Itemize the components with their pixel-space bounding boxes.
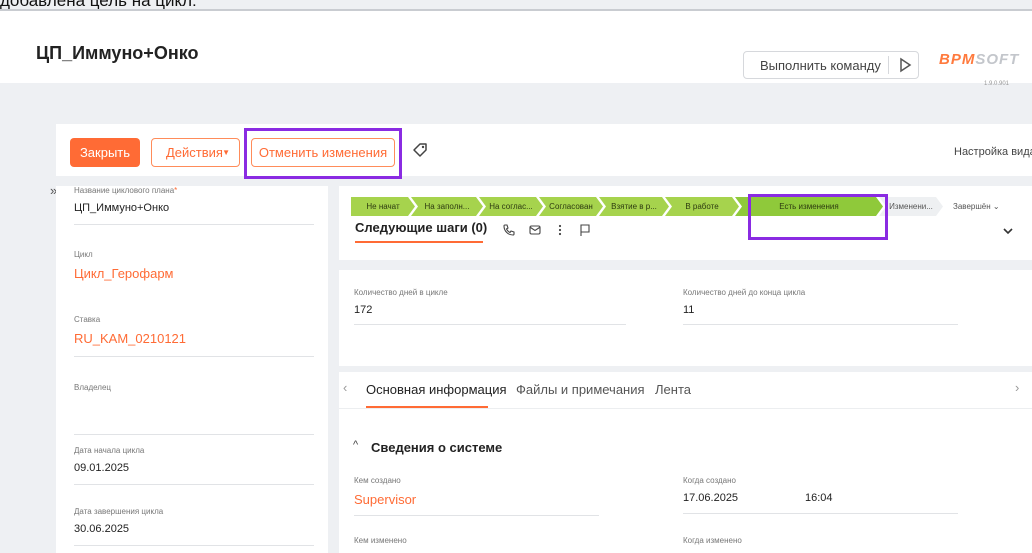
field-value: ЦП_Иммуно+Онко — [74, 202, 170, 214]
counts-panel: Количество дней в цикле 172 Количество д… — [339, 270, 1032, 366]
field-days-to-end: Количество дней до конца цикла 11 — [683, 287, 958, 325]
field-label: Когда изменено — [683, 536, 742, 545]
field-rate[interactable]: Ставка RU_KAM_0210121 — [74, 315, 314, 357]
field-created-on: Когда создано 17.06.2025 16:04 — [683, 476, 958, 514]
field-label: Название циклового плана — [74, 186, 175, 195]
next-steps-underline — [355, 241, 483, 243]
info-panel: ‹ Основная информация Файлы и примечания… — [339, 372, 1032, 553]
page-title: ЦП_Иммуно+Онко — [36, 43, 199, 63]
tabs-divider — [339, 408, 1032, 409]
field-value-row: 17.06.2025 16:04 — [683, 492, 958, 505]
field-underline — [74, 434, 314, 435]
chevron-up-icon[interactable]: ^ — [353, 439, 358, 451]
app-header: ЦП_Иммуно+Онко Выполнить команду BPMSOFT… — [0, 11, 1032, 87]
field-cycle[interactable]: Цикл Цикл_Герофарм — [74, 250, 314, 281]
field-underline — [74, 484, 314, 485]
field-label: Дата завершения цикла — [74, 507, 164, 516]
email-icon[interactable] — [528, 223, 542, 237]
chevron-left-icon[interactable]: ‹ — [343, 380, 347, 395]
more-icon[interactable] — [553, 223, 567, 237]
field-value — [74, 399, 314, 412]
command-label: Выполнить команду — [760, 58, 881, 73]
chevron-down-icon[interactable] — [1001, 224, 1015, 238]
stage-item-current[interactable]: Есть изменения — [735, 197, 883, 216]
actions-label: Действия — [166, 145, 223, 160]
tab-files[interactable]: Файлы и примечания — [516, 382, 645, 397]
stage-item[interactable]: На заполн... — [411, 197, 483, 216]
field-start-date[interactable]: Дата начала цикла 09.01.2025 — [74, 446, 314, 485]
stage-panel: Не начат На заполн... На соглас... Согла… — [339, 186, 1032, 260]
command-box[interactable]: Выполнить команду — [743, 51, 919, 79]
field-label: Количество дней до конца цикла — [683, 288, 806, 297]
field-label: Дата начала цикла — [74, 446, 145, 455]
tab-main-info[interactable]: Основная информация — [366, 382, 507, 397]
chevron-down-icon: ▼ — [222, 148, 230, 157]
field-underline — [683, 324, 958, 325]
logo-main: BPM — [939, 51, 976, 68]
field-end-date[interactable]: Дата завершения цикла 30.06.2025 — [74, 507, 314, 546]
section-title[interactable]: Сведения о системе — [371, 440, 502, 455]
field-value-link[interactable]: RU_KAM_0210121 — [74, 331, 314, 346]
chevron-down-icon: ⌄ — [992, 202, 1000, 211]
flag-icon[interactable] — [578, 223, 592, 237]
field-label: Когда создано — [683, 476, 736, 485]
field-value-link[interactable]: Цикл_Герофарм — [74, 266, 314, 281]
field-value: 09.01.2025 — [74, 462, 130, 474]
close-button[interactable]: Закрыть — [70, 138, 140, 167]
stage-item[interactable]: В работе — [665, 197, 739, 216]
field-modified-by[interactable]: Кем изменено — [354, 536, 599, 545]
phone-icon[interactable] — [502, 223, 516, 237]
field-underline — [354, 324, 626, 325]
field-owner[interactable]: Владелец — [74, 383, 314, 435]
bpmsoft-logo: BPMSOFT — [939, 51, 1019, 68]
field-underline — [74, 224, 314, 225]
command-divider — [888, 56, 889, 74]
field-days-in-cycle: Количество дней в цикле 172 — [354, 287, 626, 325]
view-settings-link[interactable]: Настройка вида — [954, 146, 1032, 158]
chevron-right-icon[interactable]: › — [1015, 380, 1019, 395]
field-value: 172 — [354, 304, 373, 316]
field-value: 11 — [683, 304, 695, 316]
created-date: 17.06.2025 — [683, 492, 739, 504]
tag-icon[interactable] — [411, 141, 429, 159]
field-underline — [74, 545, 314, 546]
field-underline — [683, 513, 958, 514]
play-icon[interactable] — [896, 56, 914, 74]
field-value-link[interactable]: Supervisor — [354, 492, 599, 507]
stage-item[interactable]: На соглас... — [479, 197, 543, 216]
field-modified-on: Когда изменено — [683, 536, 958, 545]
field-label: Кем создано — [354, 476, 401, 485]
stage-item[interactable]: Изменени... — [879, 197, 943, 216]
field-label: Кем изменено — [354, 536, 407, 545]
stage-item[interactable]: Согласован — [539, 197, 603, 216]
stage-item[interactable]: Не начат — [351, 197, 415, 216]
tab-feed[interactable]: Лента — [655, 382, 691, 397]
field-value: 30.06.2025 — [74, 523, 130, 535]
created-time: 16:04 — [805, 492, 833, 504]
field-label: Владелец — [74, 383, 112, 392]
field-underline — [74, 356, 314, 357]
logo-soft: SOFT — [975, 51, 1020, 68]
stage-item[interactable]: Завершён ⌄ — [953, 197, 1023, 216]
field-created-by[interactable]: Кем создано Supervisor — [354, 476, 599, 516]
version-label: 1.9.0.901 — [984, 81, 1010, 87]
field-label: Количество дней в цикле — [354, 288, 448, 297]
left-panel: Название циклового плана* ЦП_Иммуно+Онко… — [56, 186, 328, 553]
next-steps-title[interactable]: Следующие шаги (0) — [355, 220, 487, 235]
stage-label: Завершён — [953, 202, 991, 211]
stage-item[interactable]: Взятие в р... — [599, 197, 669, 216]
required-marker: * — [174, 186, 178, 195]
field-label: Цикл — [74, 250, 93, 259]
actions-bar: Закрыть Действия ▼ Отменить изменения Нас… — [56, 124, 1032, 176]
field-label: Ставка — [74, 315, 101, 324]
cancel-changes-button[interactable]: Отменить изменения — [251, 138, 395, 167]
field-underline — [354, 515, 599, 516]
field-plan-name[interactable]: Название циклового плана* ЦП_Иммуно+Онко — [74, 186, 314, 225]
actions-dropdown[interactable]: Действия ▼ — [151, 138, 240, 167]
